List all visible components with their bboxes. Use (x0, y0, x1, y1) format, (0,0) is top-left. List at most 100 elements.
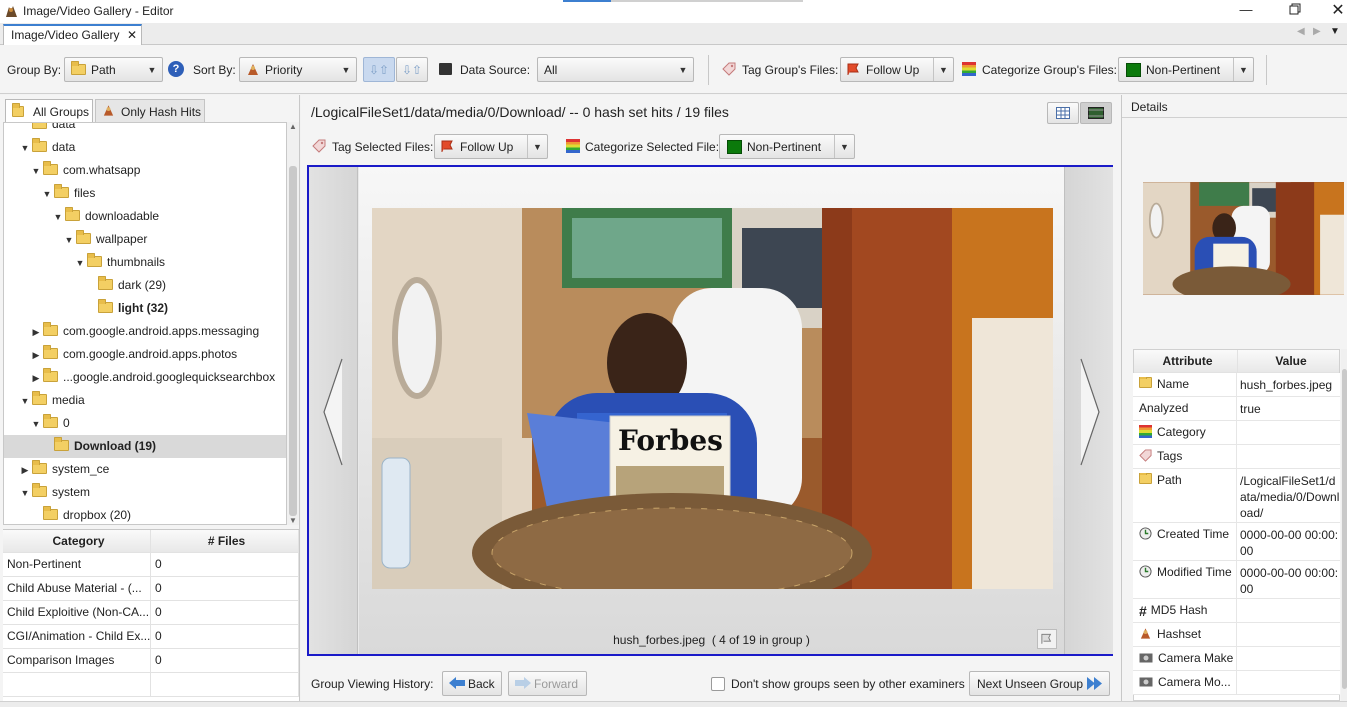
scroll-down-icon[interactable]: ▼ (289, 516, 297, 525)
tree-row[interactable]: light (32) (4, 297, 286, 320)
scroll-thumb[interactable] (289, 166, 297, 516)
details-row[interactable]: Path/LogicalFileSet1/data/media/0/Downlo… (1133, 469, 1340, 523)
close-window-button[interactable]: ✕ (1330, 2, 1346, 20)
tree-row[interactable]: ▼ system (4, 481, 286, 504)
tab-only-hash-hits[interactable]: Only Hash Hits (95, 99, 205, 122)
tree-row[interactable]: ▶ ...google.android.googlequicksearchbox (4, 366, 286, 389)
data-source-dropdown[interactable]: All ▼ (537, 57, 694, 82)
expand-toggle-icon[interactable]: ▼ (18, 482, 32, 505)
details-row[interactable]: Category (1133, 421, 1340, 445)
scroll-thumb[interactable] (1342, 369, 1347, 689)
tree-row[interactable]: ▼ data (4, 136, 286, 159)
category-row-name[interactable]: Comparison Images (3, 649, 151, 673)
tab-scroll-left-icon[interactable]: ◀ (1297, 26, 1305, 37)
expand-toggle-icon[interactable]: ▼ (29, 160, 43, 183)
tree-row[interactable]: data (4, 123, 286, 136)
tree-row[interactable]: ▼ wallpaper (4, 228, 286, 251)
expand-toggle-icon[interactable]: ▼ (18, 137, 32, 160)
details-row[interactable]: Tags (1133, 445, 1340, 469)
tree-row[interactable]: ▼ thumbnails (4, 251, 286, 274)
tree-row[interactable]: ▼ files (4, 182, 286, 205)
category-row-name[interactable]: CGI/Animation - Child Ex... (3, 625, 151, 649)
category-row-count[interactable]: 0 (151, 625, 299, 649)
details-scrollbar[interactable] (1341, 349, 1347, 701)
sort-by-dropdown[interactable]: Priority ▼ (239, 57, 357, 82)
group-by-dropdown[interactable]: Path ▼ (64, 57, 163, 82)
tree-row[interactable]: ▶ system_ce (4, 458, 286, 481)
tag-selected-dropdown[interactable]: Follow Up ▼ (434, 134, 548, 159)
column-header-category[interactable]: Category (3, 530, 151, 553)
category-row-name[interactable] (3, 673, 151, 697)
tree-row[interactable]: ▼ com.whatsapp (4, 159, 286, 182)
expand-toggle-icon[interactable]: ▼ (29, 413, 43, 436)
details-row[interactable]: Camera Make (1133, 647, 1340, 671)
collapse-toggle-icon[interactable]: ▶ (18, 459, 32, 482)
tree-row[interactable]: dark (29) (4, 274, 286, 297)
tag-group-dropdown[interactable]: Follow Up ▼ (840, 57, 954, 82)
collapse-toggle-icon[interactable]: ▶ (29, 321, 43, 344)
details-row[interactable]: Created Time 0000-00-00 00:00:00 (1133, 523, 1340, 561)
previous-file-button[interactable] (309, 167, 358, 654)
column-header-value[interactable]: Value (1238, 350, 1339, 373)
tile-view-button[interactable] (1047, 102, 1079, 124)
dont-show-checkbox[interactable] (711, 677, 725, 691)
chevron-down-icon[interactable]: ▼ (933, 58, 953, 81)
sort-ascending-button[interactable]: ⇩⇧ (363, 57, 395, 82)
slideshow-view-button[interactable] (1080, 102, 1112, 124)
tab-close-icon[interactable]: ✕ (127, 28, 137, 42)
category-row-count[interactable]: 0 (151, 601, 299, 625)
next-unseen-group-button[interactable]: Next Unseen Group (969, 671, 1110, 696)
next-file-button[interactable] (1064, 167, 1113, 654)
follow-up-tag-button[interactable] (1037, 629, 1057, 649)
chevron-down-icon[interactable]: ▼ (527, 135, 547, 158)
category-row-count[interactable]: 0 (151, 577, 299, 601)
tree-row[interactable]: ▼ 0 (4, 412, 286, 435)
column-header-files[interactable]: # Files (151, 530, 299, 553)
tree-row[interactable]: dropbox (20) (4, 504, 286, 524)
scroll-up-icon[interactable]: ▲ (289, 122, 297, 131)
category-row-name[interactable]: Non-Pertinent (3, 553, 151, 577)
category-row-count[interactable]: 0 (151, 649, 299, 673)
category-row-count[interactable]: 0 (151, 553, 299, 577)
chevron-down-icon[interactable]: ▼ (834, 135, 854, 158)
tab-menu-icon[interactable]: ▼ (1330, 26, 1340, 37)
collapse-toggle-icon[interactable]: ▶ (29, 367, 43, 390)
expand-toggle-icon[interactable]: ▼ (40, 183, 54, 206)
center-panel: /LogicalFileSet1/data/media/0/Download/ … (301, 95, 1121, 701)
details-row[interactable]: # MD5 Hash (1133, 599, 1340, 623)
minimize-button[interactable]: — (1236, 3, 1256, 19)
tree-row[interactable]: ▶ com.google.android.apps.messaging (4, 320, 286, 343)
tree-row[interactable]: Download (19) (4, 435, 286, 458)
categorize-group-dropdown[interactable]: Non-Pertinent ▼ (1118, 57, 1254, 82)
categorize-selected-dropdown[interactable]: Non-Pertinent ▼ (719, 134, 855, 159)
details-row[interactable]: Camera Mo... (1133, 671, 1340, 695)
details-row[interactable]: Analyzed true (1133, 397, 1340, 421)
folder-icon (32, 460, 47, 474)
tree-row[interactable]: ▼ media (4, 389, 286, 412)
tree-scrollbar[interactable]: ▲ ▼ (287, 122, 299, 525)
collapse-toggle-icon[interactable]: ▶ (29, 344, 43, 367)
restore-button[interactable] (1285, 3, 1305, 19)
chevron-down-icon[interactable]: ▼ (1233, 58, 1253, 81)
details-row[interactable]: Hashset (1133, 623, 1340, 647)
tab-scroll-right-icon[interactable]: ▶ (1313, 26, 1321, 37)
details-row[interactable]: Name hush_forbes.jpeg (1133, 373, 1340, 397)
category-row-name[interactable]: Child Exploitive (Non-CA... (3, 601, 151, 625)
main-image[interactable]: Forbes (372, 208, 1053, 589)
expand-toggle-icon[interactable]: ▼ (18, 390, 32, 413)
back-button[interactable]: Back (442, 671, 502, 696)
tab-all-groups[interactable]: All Groups (5, 99, 93, 122)
expand-toggle-icon[interactable]: ▼ (51, 206, 65, 229)
help-icon[interactable]: ? (168, 61, 184, 77)
tree-row[interactable]: ▼ downloadable (4, 205, 286, 228)
column-header-attribute[interactable]: Attribute (1134, 350, 1238, 373)
tree-row[interactable]: ▶ com.google.android.apps.photos (4, 343, 286, 366)
tab-image-video-gallery[interactable]: Image/Video Gallery ✕ (3, 24, 142, 46)
expand-toggle-icon[interactable]: ▼ (73, 252, 87, 275)
expand-toggle-icon[interactable]: ▼ (62, 229, 76, 252)
details-row[interactable]: Modified Time 0000-00-00 00:00:00 (1133, 561, 1340, 599)
category-row-name[interactable]: Child Abuse Material - (... (3, 577, 151, 601)
forward-button[interactable]: Forward (508, 671, 587, 696)
category-row-count[interactable] (151, 673, 299, 697)
sort-descending-button[interactable]: ⇩⇧ (396, 57, 428, 82)
